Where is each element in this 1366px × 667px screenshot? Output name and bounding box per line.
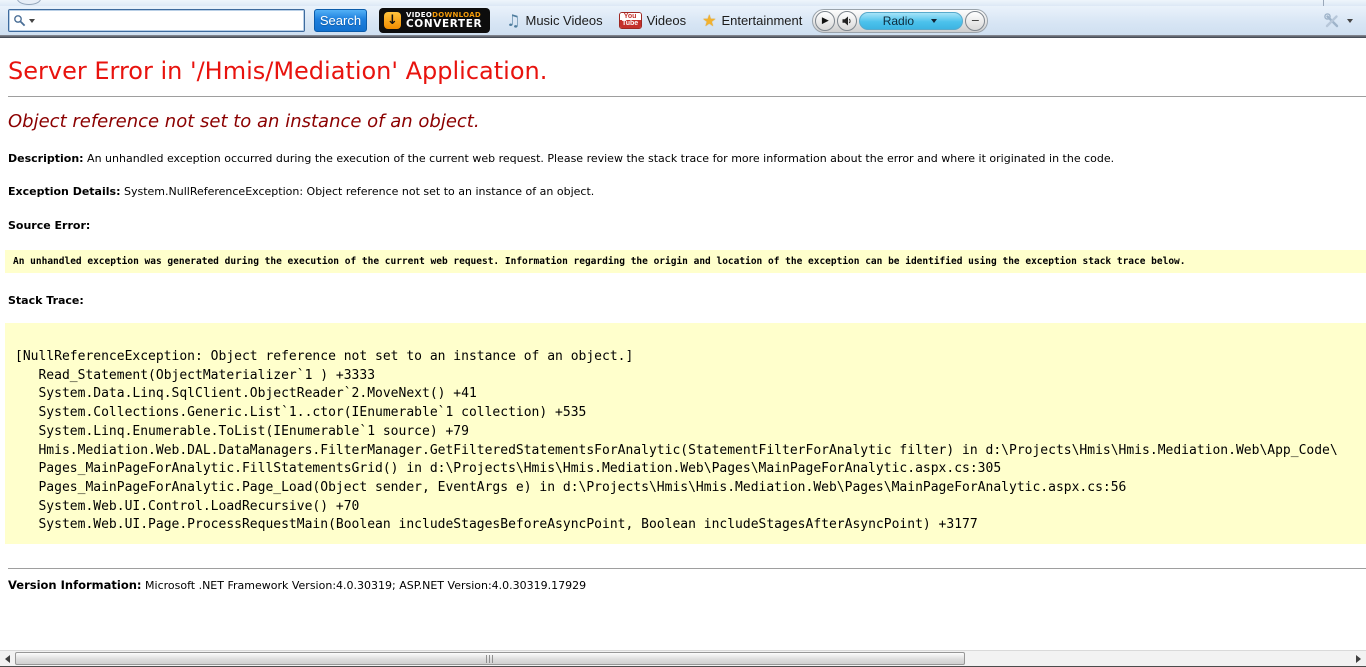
- divider-top: [8, 96, 1366, 97]
- radio-dropdown[interactable]: Radio: [859, 12, 963, 30]
- entertainment-label: Entertainment: [721, 13, 802, 28]
- stack-trace-label: Stack Trace:: [8, 294, 1366, 307]
- scrollbar-thumb[interactable]: [15, 652, 965, 665]
- search-button[interactable]: Search: [314, 9, 367, 32]
- download-arrow-icon: ↓: [384, 12, 401, 29]
- volume-button[interactable]: [837, 11, 857, 31]
- source-error-label: Source Error:: [8, 219, 1366, 232]
- scrollbar-grip-icon: [486, 655, 494, 663]
- video-download-converter-label: VIDEODOWNLOAD CONVERTER: [406, 11, 482, 30]
- stack-trace-text: [NullReferenceException: Object referenc…: [5, 323, 1366, 544]
- source-error-box: An unhandled exception was generated dur…: [5, 250, 1366, 273]
- speaker-icon: [841, 15, 853, 27]
- horizontal-scrollbar[interactable]: [0, 650, 1366, 667]
- version-info-text: Microsoft .NET Framework Version:4.0.303…: [145, 579, 586, 592]
- divider-bottom: [8, 568, 1366, 569]
- play-button[interactable]: ▶: [815, 11, 835, 31]
- error-subtitle: Object reference not set to an instance …: [8, 111, 1366, 132]
- exception-details-row: Exception Details: System.NullReferenceE…: [8, 185, 1366, 198]
- star-icon: ★: [702, 13, 716, 29]
- scroll-right-button[interactable]: [1351, 652, 1366, 666]
- minus-icon: −: [971, 15, 980, 26]
- tools-wrench-icon: [1323, 12, 1341, 30]
- search-icon: [13, 14, 26, 27]
- youtube-icon-you: You: [620, 13, 641, 20]
- version-info-row: Version Information: Microsoft .NET Fram…: [8, 578, 1366, 592]
- toolbar-item-music-videos[interactable]: ♫ Music Videos: [506, 13, 602, 29]
- version-info-label: Version Information:: [8, 578, 142, 592]
- youtube-icon-tube: Tube: [620, 20, 641, 28]
- tools-caret-icon: [1347, 19, 1353, 23]
- scroll-right-arrow-icon: [1356, 655, 1361, 663]
- exception-details-label: Exception Details:: [8, 185, 120, 198]
- error-page: Server Error in '/Hmis/Mediation' Applic…: [0, 57, 1366, 592]
- toolbar-bottom-edge: [0, 35, 1366, 38]
- music-videos-label: Music Videos: [526, 13, 603, 28]
- exception-details-text: System.NullReferenceException: Object re…: [124, 185, 594, 198]
- search-box[interactable]: [8, 9, 305, 32]
- description-text: An unhandled exception occurred during t…: [87, 152, 1114, 165]
- music-note-icon: ♫: [506, 13, 520, 29]
- radio-dropdown-caret-icon: [931, 19, 937, 23]
- search-options-caret-icon[interactable]: [29, 19, 35, 23]
- stack-trace-box: [NullReferenceException: Object referenc…: [5, 323, 1366, 544]
- videos-label: Videos: [647, 13, 687, 28]
- back-button-edge: [17, 0, 41, 5]
- toolbar-options-button[interactable]: [1323, 12, 1360, 30]
- scroll-left-arrow-icon: [5, 655, 10, 663]
- toolbar-item-videos[interactable]: You Tube Videos: [619, 12, 687, 29]
- description-row: Description: An unhandled exception occu…: [8, 152, 1366, 165]
- toolbar-item-entertainment[interactable]: ★ Entertainment: [702, 13, 802, 29]
- minimize-player-button[interactable]: −: [965, 11, 985, 31]
- radio-dropdown-label: Radio: [883, 14, 914, 28]
- source-error-text: An unhandled exception was generated dur…: [13, 256, 1186, 267]
- browser-toolbar: Search ↓ VIDEODOWNLOAD CONVERTER ♫ Music…: [0, 6, 1366, 35]
- scroll-left-button[interactable]: [0, 652, 15, 666]
- description-label: Description:: [8, 152, 84, 165]
- play-icon: ▶: [822, 16, 829, 26]
- search-input[interactable]: [38, 12, 300, 29]
- video-download-converter-button[interactable]: ↓ VIDEODOWNLOAD CONVERTER: [379, 8, 490, 33]
- logo-word-converter: CONVERTER: [406, 19, 482, 30]
- youtube-icon: You Tube: [619, 12, 642, 29]
- page-title: Server Error in '/Hmis/Mediation' Applic…: [8, 57, 1366, 85]
- radio-player: ▶ Radio −: [812, 9, 988, 33]
